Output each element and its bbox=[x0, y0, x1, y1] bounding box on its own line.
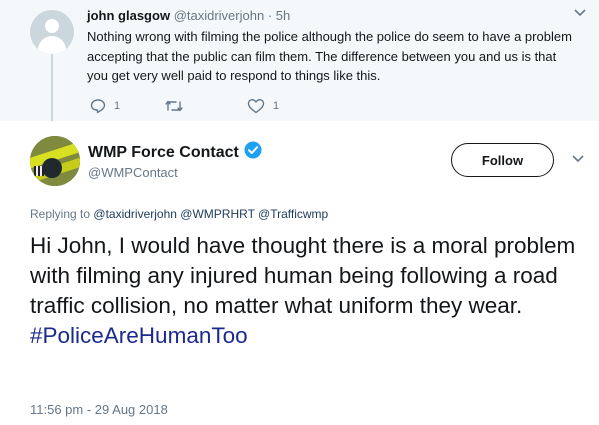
replying-to-label: Replying to bbox=[30, 207, 91, 221]
reply-count: 1 bbox=[114, 100, 121, 112]
tweet-timestamp[interactable]: 11:56 pm - 29 Aug 2018 bbox=[30, 402, 168, 417]
author-name-row[interactable]: WMP Force Contact bbox=[88, 141, 262, 164]
default-avatar-head bbox=[45, 19, 59, 33]
retweet-icon bbox=[164, 98, 184, 114]
separator: · bbox=[267, 8, 273, 23]
default-avatar-body bbox=[38, 36, 66, 54]
verified-badge-icon bbox=[244, 141, 262, 164]
tweet-text: Nothing wrong with filming the police al… bbox=[87, 29, 572, 83]
hashtag-link[interactable]: #PoliceAreHumanToo bbox=[30, 323, 248, 348]
retweet-button[interactable] bbox=[164, 98, 184, 114]
tweet-time[interactable]: 5h bbox=[276, 8, 290, 23]
like-count: 1 bbox=[273, 100, 280, 112]
like-button[interactable]: 1 bbox=[247, 98, 279, 114]
chevron-down-icon[interactable] bbox=[574, 8, 586, 20]
replying-to: Replying to @taxidriverjohn @WMPRHRT @Tr… bbox=[30, 207, 328, 221]
reply-button[interactable]: 1 bbox=[90, 98, 120, 114]
parent-tweet-header: john glasgow @taxidriverjohn · 5h bbox=[87, 8, 290, 23]
follow-button[interactable]: Follow bbox=[451, 143, 554, 177]
chevron-down-icon[interactable] bbox=[572, 154, 584, 166]
reply-icon bbox=[90, 98, 106, 114]
author-handle[interactable]: @WMPContact bbox=[88, 165, 178, 180]
like-icon bbox=[247, 98, 265, 114]
avatar[interactable] bbox=[30, 10, 74, 54]
thread-line bbox=[51, 54, 53, 121]
author-name[interactable]: john glasgow bbox=[87, 8, 170, 23]
tweet-text: Hi John, I would have thought there is a… bbox=[30, 231, 595, 351]
tweet-body: Hi John, I would have thought there is a… bbox=[30, 233, 576, 318]
parent-tweet[interactable]: john glasgow @taxidriverjohn · 5h Nothin… bbox=[0, 0, 599, 121]
avatar[interactable] bbox=[30, 136, 80, 186]
author-handle[interactable]: @taxidriverjohn bbox=[174, 8, 265, 23]
replying-to-mentions[interactable]: @taxidriverjohn @WMPRHRT @Trafficwmp bbox=[93, 207, 328, 221]
author-name[interactable]: WMP Force Contact bbox=[88, 144, 239, 162]
